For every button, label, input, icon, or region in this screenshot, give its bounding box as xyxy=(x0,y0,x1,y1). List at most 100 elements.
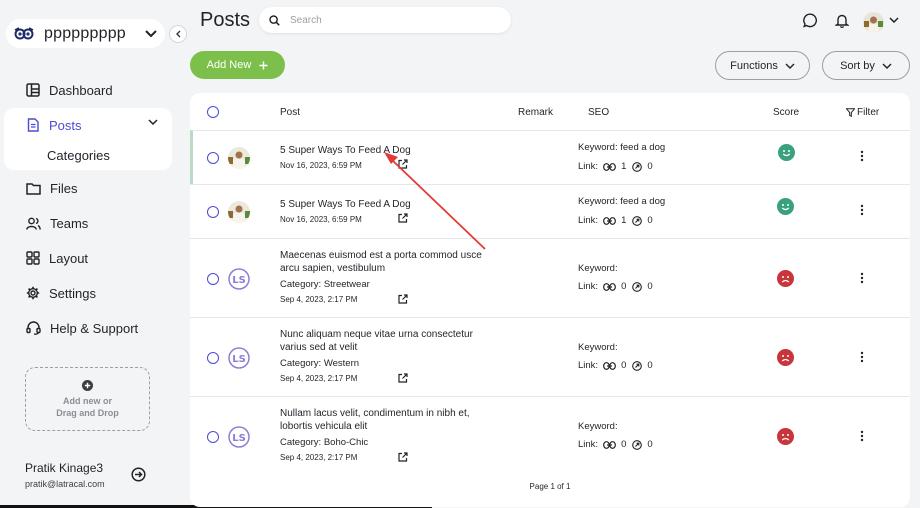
external-link-count: 0 xyxy=(647,360,653,371)
open-external-icon[interactable] xyxy=(398,294,408,304)
post-title[interactable]: Nunc aliquam neque vitae urna consectetu… xyxy=(280,328,490,354)
sidebar-subitem-categories[interactable]: Categories xyxy=(4,140,172,170)
logout-button[interactable] xyxy=(131,467,146,482)
external-link-icon xyxy=(632,281,643,292)
open-external-icon[interactable] xyxy=(398,452,408,462)
select-all-checkbox[interactable] xyxy=(207,106,219,118)
plus-circle-icon xyxy=(82,379,93,391)
seo-keyword: Keyword: feed a dog xyxy=(578,196,666,207)
seo-keyword: Keyword: xyxy=(578,342,618,353)
seo-keyword: Keyword: xyxy=(578,263,618,274)
table-row[interactable]: LS Maecenas euismod est a porta commod u… xyxy=(190,238,910,317)
table-row[interactable]: LS Nullam lacus velit, condimentum in ni… xyxy=(190,396,910,475)
internal-link-count: 1 xyxy=(621,215,627,226)
sidebar-item-help[interactable]: Help & Support xyxy=(0,311,178,345)
score-good-icon xyxy=(777,198,794,215)
more-options-icon[interactable] xyxy=(860,430,864,442)
seo-links: Link: 0 0 xyxy=(578,281,653,292)
post-date: Nov 16, 2023, 6:59 PM xyxy=(280,161,362,170)
seo-links: Link: 0 0 xyxy=(578,360,653,371)
row-checkbox[interactable] xyxy=(207,273,219,285)
column-header-post: Post xyxy=(280,107,301,118)
row-checkbox[interactable] xyxy=(207,152,219,164)
filter-button[interactable]: Filter xyxy=(846,107,879,118)
open-external-icon[interactable] xyxy=(398,159,408,169)
post-title[interactable]: 5 Super Ways To Feed A Dog xyxy=(280,144,490,157)
post-thumbnail: LS xyxy=(228,347,250,369)
external-link-icon xyxy=(632,360,643,371)
avatar[interactable] xyxy=(863,12,884,33)
search-box[interactable] xyxy=(259,7,511,33)
svg-text:LS: LS xyxy=(232,275,246,286)
sort-dropdown[interactable]: Sort by xyxy=(822,51,910,80)
more-options-icon[interactable] xyxy=(860,204,864,216)
add-new-button[interactable]: Add New xyxy=(190,51,285,79)
sidebar-item-posts[interactable]: Posts xyxy=(4,108,172,142)
table-row[interactable]: 5 Super Ways To Feed A Dog Nov 16, 2023,… xyxy=(190,184,910,238)
internal-link-count: 0 xyxy=(621,281,627,292)
post-title[interactable]: Maecenas euismod est a porta commod usce… xyxy=(280,249,490,275)
chat-bubble-icon xyxy=(803,13,818,28)
search-input[interactable] xyxy=(290,14,490,26)
chevron-down-icon xyxy=(148,119,158,125)
table-row[interactable]: LS Nunc aliquam neque vitae urna consect… xyxy=(190,317,910,396)
folder-icon xyxy=(26,182,41,195)
link-label: Link: xyxy=(578,360,599,371)
post-thumbnail: LS xyxy=(228,268,250,290)
post-thumbnail xyxy=(228,201,250,223)
row-checkbox[interactable] xyxy=(207,206,219,218)
sidebar-item-label: Posts xyxy=(49,117,82,133)
more-options-icon[interactable] xyxy=(860,351,864,363)
post-date: Sep 4, 2023, 2:17 PM xyxy=(280,453,358,462)
post-date: Sep 4, 2023, 2:17 PM xyxy=(280,295,358,304)
sidebar-item-dashboard[interactable]: Dashboard xyxy=(0,73,178,107)
pagination: Page 1 of 1 xyxy=(529,482,571,491)
sidebar-subitem-label: Categories xyxy=(47,147,110,163)
link-icon xyxy=(603,440,616,449)
dropzone-text: Add new or Drag and Drop xyxy=(56,395,119,418)
post-date: Sep 4, 2023, 2:17 PM xyxy=(280,374,358,383)
internal-link-count: 0 xyxy=(621,360,627,371)
user-profile: Pratik Kinage3 pratik@latracal.com xyxy=(25,461,105,489)
dashboard-icon xyxy=(26,83,40,97)
link-icon xyxy=(603,216,616,225)
link-label: Link: xyxy=(578,215,599,226)
open-external-icon[interactable] xyxy=(398,213,408,223)
chevron-down-icon xyxy=(145,29,157,38)
sidebar-item-files[interactable]: Files xyxy=(0,171,178,205)
row-checkbox[interactable] xyxy=(207,431,219,443)
post-category: Category: Western xyxy=(280,358,360,369)
sidebar-item-label: Help & Support xyxy=(50,320,139,336)
user-name: Pratik Kinage3 xyxy=(25,461,104,475)
workspace-switcher[interactable]: ppppppppp xyxy=(6,19,165,48)
messages-button[interactable] xyxy=(803,13,818,28)
post-title[interactable]: Nullam lacus velit, condimentum in nibh … xyxy=(280,407,490,433)
post-date: Nov 16, 2023, 6:59 PM xyxy=(280,215,362,224)
sidebar-item-label: Dashboard xyxy=(49,82,113,98)
notifications-button[interactable] xyxy=(835,13,849,28)
link-icon xyxy=(603,162,616,171)
more-options-icon[interactable] xyxy=(860,272,864,284)
dropzone[interactable]: Add new or Drag and Drop xyxy=(25,367,150,431)
open-external-icon[interactable] xyxy=(398,373,408,383)
chevron-down-icon[interactable] xyxy=(889,17,899,23)
sidebar: ppppppppp Dashboard Posts Categories Fil… xyxy=(0,0,187,508)
link-icon xyxy=(603,361,616,370)
functions-label: Functions xyxy=(730,59,778,72)
collapse-sidebar-button[interactable] xyxy=(169,25,187,43)
functions-dropdown[interactable]: Functions xyxy=(715,51,810,80)
page-title: Posts xyxy=(200,9,251,31)
table-row[interactable]: 5 Super Ways To Feed A Dog Nov 16, 2023,… xyxy=(190,130,910,184)
sidebar-item-teams[interactable]: Teams xyxy=(0,206,178,240)
score-good-icon xyxy=(778,144,795,161)
sidebar-item-settings[interactable]: Settings xyxy=(0,276,178,310)
sidebar-item-label: Files xyxy=(50,180,78,196)
external-link-count: 0 xyxy=(647,281,653,292)
row-checkbox[interactable] xyxy=(207,352,219,364)
link-label: Link: xyxy=(578,161,599,172)
more-options-icon[interactable] xyxy=(860,150,864,162)
external-link-icon xyxy=(632,215,643,226)
post-title[interactable]: 5 Super Ways To Feed A Dog xyxy=(280,198,490,211)
sidebar-item-layout[interactable]: Layout xyxy=(0,241,178,275)
score-bad-icon xyxy=(777,349,794,366)
